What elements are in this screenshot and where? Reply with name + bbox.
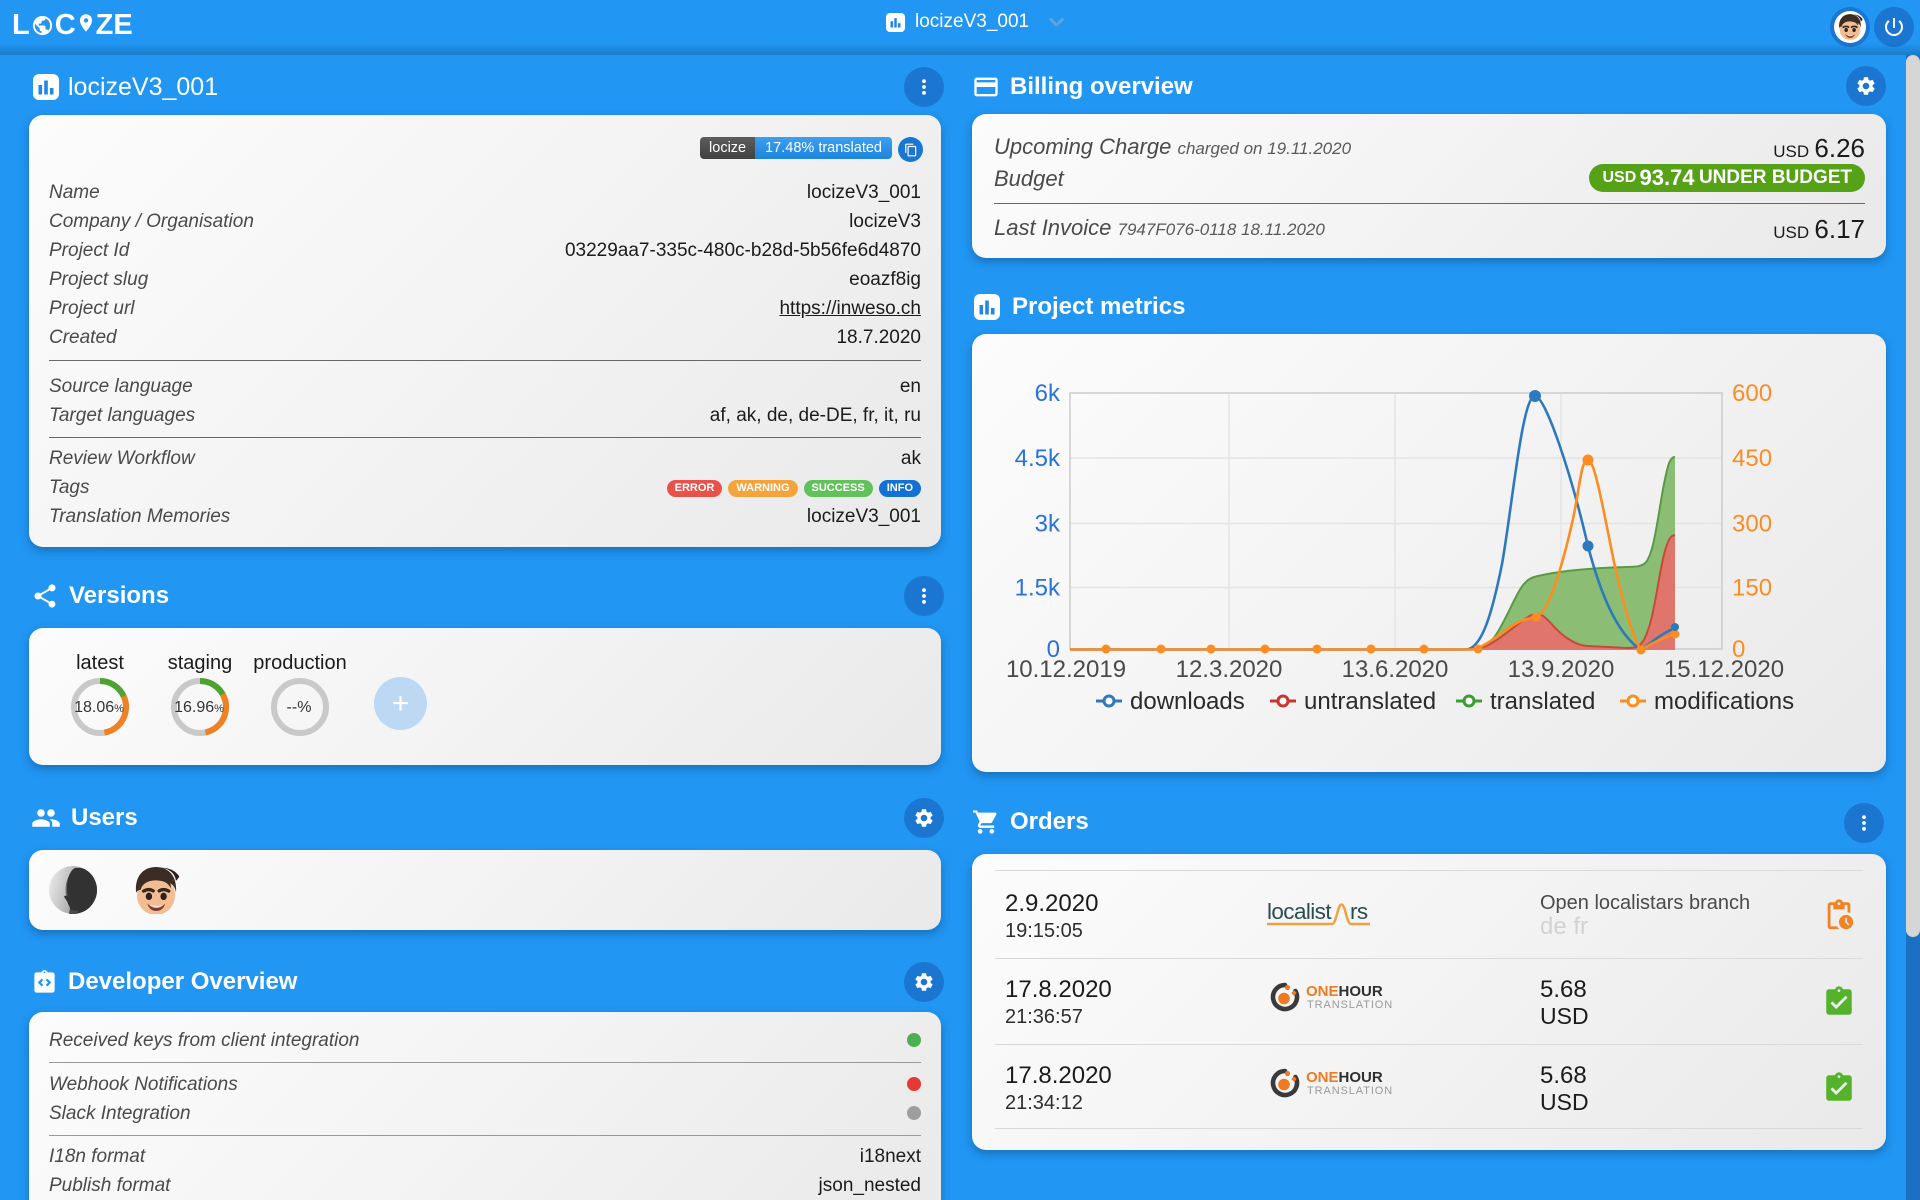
svg-text:12.3.2020: 12.3.2020 bbox=[1176, 656, 1283, 683]
svg-text:--%: --% bbox=[287, 699, 312, 716]
svg-text:untranslated: untranslated bbox=[1304, 688, 1436, 715]
svg-text:6k: 6k bbox=[1035, 380, 1061, 407]
svg-text:rs: rs bbox=[1350, 899, 1368, 924]
svg-text:10.12.2019: 10.12.2019 bbox=[1006, 656, 1126, 683]
svg-text:1.5k: 1.5k bbox=[1015, 575, 1061, 602]
svg-text:13.6.2020: 13.6.2020 bbox=[1342, 656, 1449, 683]
svg-text:downloads: downloads bbox=[1130, 688, 1245, 715]
svg-text:modifications: modifications bbox=[1654, 688, 1794, 715]
svg-text:translated: translated bbox=[1490, 688, 1595, 715]
svg-text:3k: 3k bbox=[1035, 511, 1061, 538]
svg-text:300: 300 bbox=[1732, 511, 1772, 538]
svg-text:15.12.2020: 15.12.2020 bbox=[1664, 656, 1784, 683]
svg-text:450: 450 bbox=[1732, 445, 1772, 472]
svg-text:16.96%: 16.96% bbox=[174, 699, 224, 716]
svg-text:18.06%: 18.06% bbox=[74, 699, 124, 716]
svg-text:13.9.2020: 13.9.2020 bbox=[1508, 656, 1615, 683]
svg-text:localist: localist bbox=[1267, 899, 1332, 924]
svg-text:150: 150 bbox=[1732, 575, 1772, 602]
svg-text:600: 600 bbox=[1732, 380, 1772, 407]
svg-text:4.5k: 4.5k bbox=[1015, 445, 1061, 472]
